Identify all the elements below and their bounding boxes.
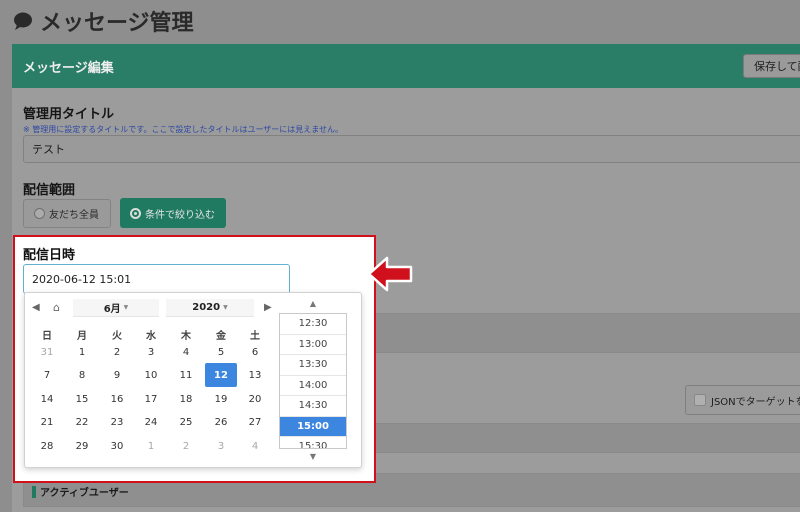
title-input[interactable]: テスト xyxy=(23,135,800,163)
checkbox-icon xyxy=(694,394,706,406)
datetime-input[interactable]: 2020-06-12 15:01 xyxy=(23,264,290,294)
title-field-note: ※ 管理用に設定するタイトルです。ここで設定したタイトルはユーザーには見えません… xyxy=(23,125,344,134)
page-title: メッセージ管理 xyxy=(12,4,194,38)
day-cell[interactable]: 1 xyxy=(135,434,167,458)
day-cell[interactable]: 3 xyxy=(205,434,237,458)
page-title-text: メッセージ管理 xyxy=(40,11,194,36)
red-arrow-icon xyxy=(367,256,413,292)
chevron-down-icon: ▼ xyxy=(123,304,129,311)
prev-month-icon[interactable]: ◀ xyxy=(32,302,40,313)
save-and-send-button[interactable]: 保存して配信 xyxy=(743,54,800,78)
day-cell[interactable]: 30 xyxy=(101,434,133,458)
day-cell[interactable]: 31 xyxy=(31,340,63,364)
month-select[interactable]: 6月 ▼ xyxy=(73,299,159,317)
day-cell[interactable]: 22 xyxy=(66,410,98,434)
scope-option-all-label: 友だち全員 xyxy=(49,210,99,221)
day-cell-selected[interactable]: 12 xyxy=(205,363,237,387)
day-cell[interactable]: 20 xyxy=(239,387,271,411)
speech-bubble-icon xyxy=(14,12,32,30)
day-cell[interactable]: 13 xyxy=(239,363,271,387)
day-cell[interactable]: 4 xyxy=(170,340,202,364)
day-cell[interactable]: 19 xyxy=(205,387,237,411)
time-option[interactable]: 13:00 xyxy=(280,335,346,355)
time-scroll-up-icon[interactable]: ▲ xyxy=(307,299,319,308)
day-cell[interactable]: 26 xyxy=(205,410,237,434)
day-cell[interactable]: 2 xyxy=(170,434,202,458)
day-cell[interactable]: 17 xyxy=(135,387,167,411)
title-field-label: 管理用タイトル xyxy=(23,107,115,122)
datetime-input-value: 2020-06-12 15:01 xyxy=(32,272,132,286)
day-cell[interactable]: 25 xyxy=(170,410,202,434)
scope-option-filter-label: 条件で絞り込む xyxy=(145,209,215,221)
json-target-button[interactable]: JSONでターゲットを xyxy=(685,385,800,415)
json-target-label: JSONでターゲットを xyxy=(711,396,800,408)
month-select-value: 6月 xyxy=(103,304,121,315)
year-select-value: 2020 xyxy=(192,302,221,313)
day-cell[interactable]: 27 xyxy=(239,410,271,434)
day-cell[interactable]: 16 xyxy=(101,387,133,411)
editor-header: メッセージ編集 保存して配信 xyxy=(12,44,800,88)
day-cell[interactable]: 7 xyxy=(31,363,63,387)
day-cell[interactable]: 1 xyxy=(66,340,98,364)
title-input-value: テスト xyxy=(32,143,65,156)
active-users-segment: アクティブユーザー xyxy=(32,484,129,499)
day-cell[interactable]: 4 xyxy=(239,434,271,458)
time-scroll-down-icon[interactable]: ▼ xyxy=(307,452,319,461)
time-option[interactable]: 12:30 xyxy=(280,314,346,335)
year-select[interactable]: 2020 ▼ xyxy=(166,299,254,317)
radio-checked-icon xyxy=(130,207,141,219)
day-cell[interactable]: 18 xyxy=(170,387,202,411)
editor-header-title: メッセージ編集 xyxy=(23,61,114,76)
day-cell[interactable]: 28 xyxy=(31,434,63,458)
time-option[interactable]: 13:30 xyxy=(280,355,346,376)
scope-option-all[interactable]: 友だち全員 xyxy=(23,199,111,228)
day-cell[interactable]: 5 xyxy=(205,340,237,364)
radio-unchecked-icon xyxy=(34,208,45,219)
day-cell[interactable]: 3 xyxy=(135,340,167,364)
time-option[interactable]: 14:00 xyxy=(280,376,346,396)
day-cell[interactable]: 15 xyxy=(66,387,98,411)
time-list[interactable]: 12:30 13:00 13:30 14:00 14:30 15:00 15:30 xyxy=(279,313,347,449)
scope-option-filter[interactable]: 条件で絞り込む xyxy=(120,198,226,228)
chevron-down-icon: ▼ xyxy=(223,304,228,311)
day-cell[interactable]: 9 xyxy=(101,363,133,387)
day-cell[interactable]: 2 xyxy=(101,340,133,364)
time-option[interactable]: 15:30 xyxy=(280,437,346,448)
day-cell[interactable]: 11 xyxy=(170,363,202,387)
segment-marker-icon xyxy=(32,485,36,498)
day-cell[interactable]: 23 xyxy=(101,410,133,434)
datetime-picker: ◀ ⌂ 6月 ▼ 2020 ▼ ▶ 日月火水木金土 31 1 2 3 4 5 6 7 8 9 10 1… xyxy=(24,292,362,468)
day-cell[interactable]: 24 xyxy=(135,410,167,434)
active-users-label: アクティブユーザー xyxy=(40,488,129,499)
day-cell[interactable]: 14 xyxy=(31,387,63,411)
day-cell[interactable]: 29 xyxy=(66,434,98,458)
next-month-icon[interactable]: ▶ xyxy=(264,302,272,313)
datetime-label: 配信日時 xyxy=(23,248,76,263)
day-cell[interactable]: 10 xyxy=(135,363,167,387)
scope-label: 配信範囲 xyxy=(23,183,76,198)
day-cell[interactable]: 8 xyxy=(66,363,98,387)
home-icon[interactable]: ⌂ xyxy=(53,301,60,314)
day-cell[interactable]: 6 xyxy=(239,340,271,364)
time-option[interactable]: 14:30 xyxy=(280,396,346,417)
day-cell[interactable]: 21 xyxy=(31,410,63,434)
time-option-selected[interactable]: 15:00 xyxy=(280,416,346,437)
